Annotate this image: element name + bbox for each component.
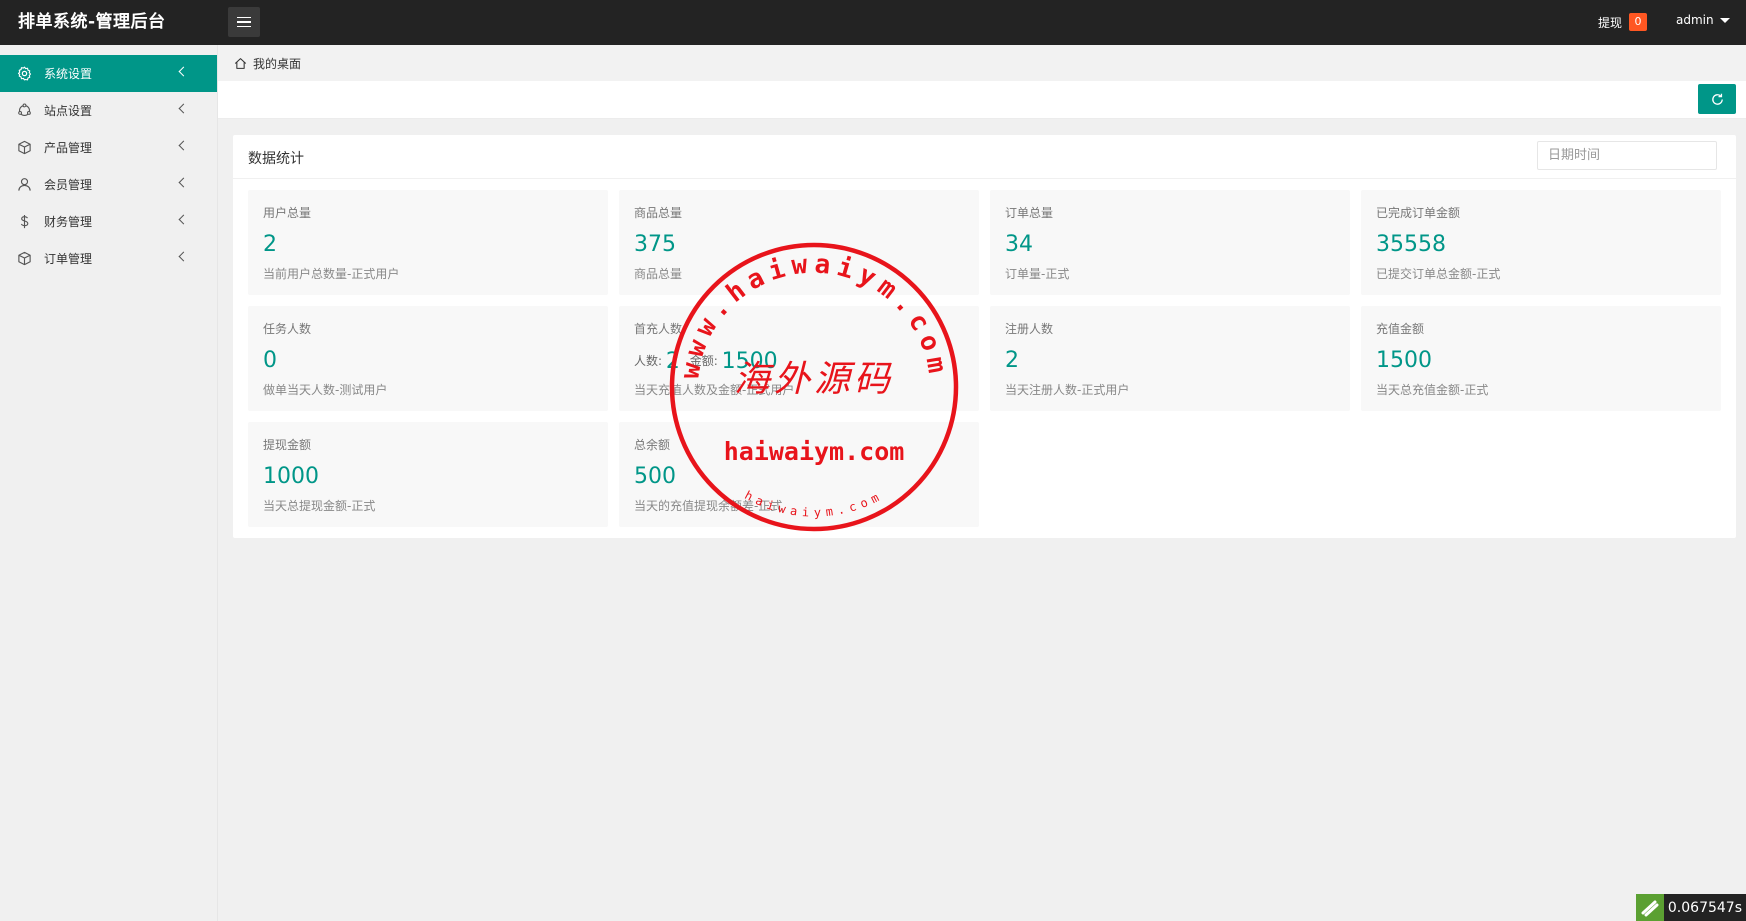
stat-total-balance: 总余额 500 当天的充值提现余额差-正式 xyxy=(619,422,979,527)
framework-logo-icon xyxy=(1635,894,1664,921)
site-icon xyxy=(16,103,32,119)
stat-desc: 当天总提现金额-正式 xyxy=(263,499,376,513)
stat-withdraw-amount: 提现金额 1000 当天总提现金额-正式 xyxy=(248,422,608,527)
stat-label: 已完成订单金额 xyxy=(1376,206,1461,220)
stat-desc: 当天充值人数及金额-正式用户 xyxy=(634,383,795,397)
stat-label: 用户总量 xyxy=(263,206,312,220)
people-label: 人数: xyxy=(634,354,663,368)
chevron-left-icon xyxy=(178,177,189,188)
stat-label: 任务人数 xyxy=(263,322,312,336)
stat-desc: 当天总充值金额-正式 xyxy=(1376,383,1489,397)
gear-icon xyxy=(16,66,32,82)
home-icon xyxy=(234,57,247,70)
stat-label: 订单总量 xyxy=(1005,206,1054,220)
stat-registered-people: 注册人数 2 当天注册人数-正式用户 xyxy=(990,306,1350,411)
people-value: 2 xyxy=(665,349,680,374)
stat-value: 1000 xyxy=(263,464,319,489)
sidebar-item-label: 会员管理 xyxy=(44,178,93,192)
stats-card-title: 数据统计 xyxy=(248,151,304,167)
top-bar: 排单系统-管理后台 提现 0 admin xyxy=(0,0,1746,45)
box-icon xyxy=(16,251,32,267)
caret-down-icon xyxy=(1719,17,1730,23)
stat-value: 375 xyxy=(634,232,676,257)
stats-card-header: 数据统计 xyxy=(233,135,1736,179)
sidebar-item-finance-management[interactable]: 财务管理 xyxy=(0,203,217,240)
sidebar: 系统设置 站点设置 产品管理 会员管理 财务管理 订单管理 xyxy=(0,45,218,921)
stat-value: 1500 xyxy=(1376,348,1432,373)
stat-value: 35558 xyxy=(1376,232,1446,257)
chevron-left-icon xyxy=(178,140,189,151)
page-timer: 0.067547s xyxy=(1635,894,1746,921)
breadcrumb: 我的桌面 xyxy=(218,45,1746,81)
stat-recharge-amount: 充值金额 1500 当天总充值金额-正式 xyxy=(1361,306,1721,411)
stat-product-total: 商品总量 375 商品总量 xyxy=(619,190,979,295)
sidebar-item-site-settings[interactable]: 站点设置 xyxy=(0,92,217,129)
stat-first-recharge: 首充人数 人数: 2 金额: 1500 当天充值人数及金额-正式用户 xyxy=(619,306,979,411)
stat-label: 总余额 xyxy=(634,438,671,452)
stat-order-total: 订单总量 34 订单量-正式 xyxy=(990,190,1350,295)
menu-toggle-button[interactable] xyxy=(228,7,260,37)
stat-label: 充值金额 xyxy=(1376,322,1425,336)
stat-desc: 做单当天人数-测试用户 xyxy=(263,383,388,397)
refresh-icon xyxy=(1710,92,1725,107)
amount-value: 1500 xyxy=(721,349,778,374)
stat-user-total: 用户总量 2 当前用户总数量-正式用户 xyxy=(248,190,608,295)
sidebar-item-label: 系统设置 xyxy=(44,67,93,81)
withdraw-label: 提现 xyxy=(1598,15,1623,30)
withdraw-notice[interactable]: 提现 0 xyxy=(1598,13,1648,31)
stat-label: 注册人数 xyxy=(1005,322,1054,336)
chevron-left-icon xyxy=(178,251,189,262)
date-time-input[interactable] xyxy=(1537,141,1717,170)
stat-label: 首充人数 xyxy=(634,322,683,336)
user-menu[interactable]: admin xyxy=(1676,13,1730,27)
stat-desc: 已提交订单总金额-正式 xyxy=(1376,267,1501,281)
stat-value: 500 xyxy=(634,464,676,489)
sidebar-item-order-management[interactable]: 订单管理 xyxy=(0,240,217,277)
stat-desc: 当前用户总数量-正式用户 xyxy=(263,267,400,281)
sidebar-item-label: 财务管理 xyxy=(44,215,93,229)
username: admin xyxy=(1676,13,1714,27)
stat-task-people: 任务人数 0 做单当天人数-测试用户 xyxy=(248,306,608,411)
chevron-left-icon xyxy=(178,66,189,77)
toolbar xyxy=(218,81,1746,119)
stats-card: 数据统计 用户总量 2 当前用户总数量-正式用户 商品总量 375 商品总量 订… xyxy=(233,135,1736,538)
app-title: 排单系统-管理后台 xyxy=(18,12,166,32)
stat-completed-order-amount: 已完成订单金额 35558 已提交订单总金额-正式 xyxy=(1361,190,1721,295)
stat-value: 34 xyxy=(1005,232,1033,257)
stat-desc: 订单量-正式 xyxy=(1005,267,1070,281)
stat-desc: 当天注册人数-正式用户 xyxy=(1005,383,1130,397)
stat-value: 0 xyxy=(263,348,277,373)
sidebar-item-label: 订单管理 xyxy=(44,252,93,266)
box-icon xyxy=(16,140,32,156)
sidebar-item-member-management[interactable]: 会员管理 xyxy=(0,166,217,203)
withdraw-count-badge: 0 xyxy=(1629,13,1648,31)
refresh-button[interactable] xyxy=(1698,84,1736,114)
user-icon xyxy=(16,177,32,193)
sidebar-item-system-settings[interactable]: 系统设置 xyxy=(0,55,217,92)
sidebar-item-label: 产品管理 xyxy=(44,141,93,155)
stat-desc: 商品总量 xyxy=(634,267,683,281)
breadcrumb-home-tab[interactable]: 我的桌面 xyxy=(253,55,301,72)
chevron-left-icon xyxy=(178,214,189,225)
stat-value: 2 xyxy=(1005,348,1019,373)
chevron-left-icon xyxy=(178,103,189,114)
amount-label: 金额: xyxy=(689,354,718,368)
sidebar-item-product-management[interactable]: 产品管理 xyxy=(0,129,217,166)
stat-value-mixed: 人数: 2 金额: 1500 xyxy=(634,347,778,376)
timer-value: 0.067547s xyxy=(1663,894,1746,921)
stat-value: 2 xyxy=(263,232,277,257)
sidebar-item-label: 站点设置 xyxy=(44,104,93,118)
stat-label: 提现金额 xyxy=(263,438,312,452)
dollar-icon xyxy=(16,214,32,230)
hamburger-icon xyxy=(237,16,251,28)
stat-desc: 当天的充值提现余额差-正式 xyxy=(634,499,783,513)
stat-label: 商品总量 xyxy=(634,206,683,220)
